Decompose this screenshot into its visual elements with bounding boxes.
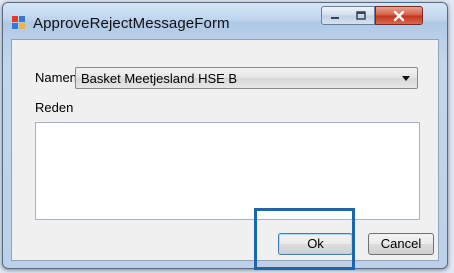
cancel-button[interactable]: Cancel xyxy=(368,233,434,255)
highlight-box xyxy=(254,208,355,270)
window-title: ApproveRejectMessageForm xyxy=(33,15,230,32)
minimize-icon xyxy=(331,16,339,19)
reden-label: Reden xyxy=(35,100,74,115)
close-button[interactable] xyxy=(375,6,423,25)
form-client-area: Namens Basket Meetjesland HSE B Reden Ok… xyxy=(11,39,439,261)
maximize-icon xyxy=(356,10,366,20)
reden-textarea[interactable] xyxy=(35,122,420,220)
namens-selected-value: Basket Meetjesland HSE B xyxy=(81,71,238,86)
dialog-window: ApproveRejectMessageForm Namens Basket M… xyxy=(2,2,448,269)
maximize-button[interactable] xyxy=(348,6,375,25)
close-icon xyxy=(393,10,405,21)
namens-select[interactable]: Basket Meetjesland HSE B xyxy=(75,67,418,89)
app-icon xyxy=(12,16,26,30)
minimize-button[interactable] xyxy=(321,6,349,25)
title-bar[interactable]: ApproveRejectMessageForm xyxy=(3,3,447,39)
dropdown-arrow-icon xyxy=(402,76,410,81)
